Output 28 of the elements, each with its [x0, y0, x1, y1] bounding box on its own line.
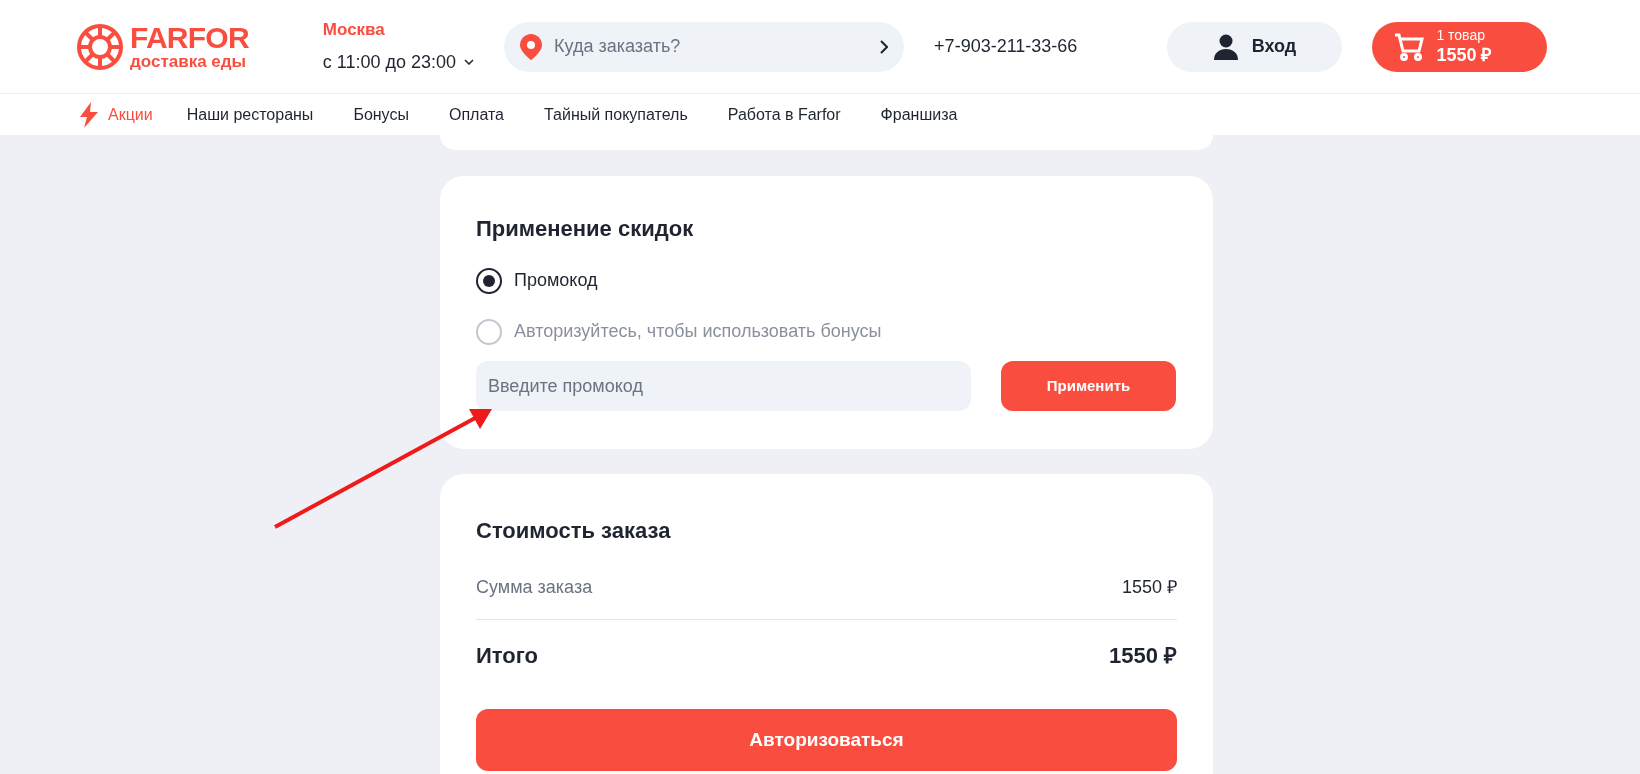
logo-name: FARFOR	[130, 23, 249, 53]
caret-icon	[464, 59, 475, 66]
lightning-icon	[80, 101, 98, 128]
section-title: Стоимость заказа	[476, 517, 672, 545]
phone-number[interactable]: +7-903-211-33-66	[934, 33, 1078, 60]
section-title: Применение скидок	[476, 215, 695, 243]
location-pin-icon	[520, 33, 543, 60]
nav-link[interactable]: Работа в Farfor	[727, 102, 841, 127]
nav-link[interactable]: Бонусы	[353, 102, 409, 127]
login-button[interactable]: Вход	[1167, 21, 1343, 72]
address-search-field[interactable]: Куда заказать?	[554, 33, 869, 60]
nav-link[interactable]: Оплата	[448, 102, 504, 127]
logo-icon	[76, 22, 124, 71]
logo-tagline: доставка еды	[130, 53, 248, 70]
nav-link[interactable]: Наши рестораны	[186, 102, 314, 127]
chevron-right-icon	[880, 39, 889, 54]
total-value: 1550 ₽	[1108, 642, 1177, 670]
radio-option[interactable]: Промокод	[476, 267, 1177, 294]
user-icon	[1213, 33, 1238, 60]
nav-link[interactable]: Франшиза	[880, 102, 958, 127]
total-label: Итого	[476, 642, 539, 670]
search-bar[interactable]: Куда заказать?	[504, 21, 905, 72]
promo-code-field[interactable]: Введите промокод	[476, 361, 971, 411]
subtotal-value: 1550 ₽	[1121, 575, 1177, 599]
cart-icon	[1394, 32, 1425, 61]
nav-link[interactable]: Тайный покупатель	[544, 102, 688, 127]
subtotal-label: Сумма заказа	[476, 575, 593, 599]
hours-dropdown[interactable]: с 11:00 до 23:00	[322, 48, 475, 76]
